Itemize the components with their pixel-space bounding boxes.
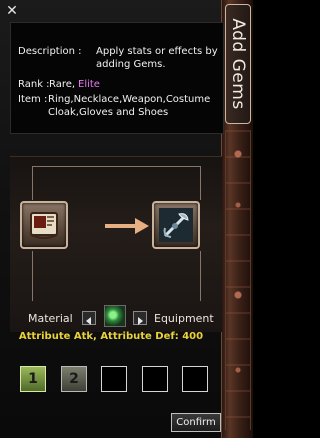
attribute-text: Attribute Atk, Attribute Def: 400 [18,331,204,342]
side-tab: Add Gems [221,0,253,438]
close-icon[interactable]: ✕ [4,4,20,18]
connector-line [32,166,200,167]
rank-rare: Rare, [49,79,76,90]
rank-elite: Elite [78,79,100,90]
right-arrow-button[interactable] [133,311,147,325]
add-gems-tab-label: Add Gems [228,18,248,110]
add-gems-tab[interactable]: Add Gems [225,4,251,124]
right-arrow-icon [105,218,149,234]
description-line-2: adding Gems. [96,59,166,70]
connector-line [32,166,33,200]
equipment-slot[interactable] [152,201,200,249]
gem-slot-1[interactable]: 1 [20,366,46,392]
connector-line [200,166,201,200]
material-slot[interactable] [20,201,68,249]
item-line-2: Cloak,Gloves and Shoes [48,107,169,118]
left-arrow-icon [86,317,91,325]
description-label: Description : [18,46,82,57]
right-small-arrow-icon [138,317,143,325]
scroll-icon [30,212,58,239]
description-panel: Description : Apply stats or effects by … [10,22,224,134]
connector-line [32,251,33,301]
weapon-icon [159,208,193,242]
description-line-1: Apply stats or effects by [96,46,218,57]
material-label: Material [28,312,73,325]
item-label: Item : [18,94,48,105]
confirm-button[interactable]: Confirm [171,413,221,432]
side-ornament [225,130,251,430]
gem-icon [104,305,126,327]
left-arrow-button[interactable] [82,311,96,325]
equipment-label: Equipment [154,312,214,325]
connector-line [200,251,201,301]
rank-label: Rank : [18,79,50,90]
add-gems-window: ✕ Add Gems Description : Apply stats or … [0,0,253,438]
item-line-1: Ring,Necklace,Weapon,Costume [48,94,211,105]
gem-slot-2[interactable]: 2 [61,366,87,392]
gem-slot-4[interactable] [142,366,168,392]
gem-slot-5[interactable] [182,366,208,392]
gem-slot-3[interactable] [101,366,127,392]
gem-slot-number: 2 [69,371,79,387]
gem-slot-number: 1 [28,371,38,387]
